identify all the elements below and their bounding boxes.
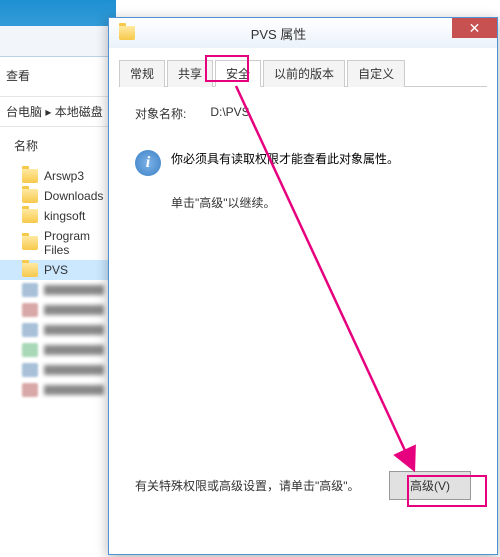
folder-icon (22, 263, 38, 277)
folder-label: Arswp3 (44, 169, 84, 183)
blurred-label (44, 345, 104, 355)
explorer-view-tab[interactable]: 查看 (0, 57, 116, 97)
tab-strip: 常规 共享 安全 以前的版本 自定义 (119, 60, 487, 87)
properties-dialog: PVS 属性 ✕ 常规 共享 安全 以前的版本 自定义 对象名称: D:\PVS… (108, 17, 498, 555)
dialog-titlebar[interactable]: PVS 属性 ✕ (109, 18, 497, 48)
list-item[interactable] (0, 340, 116, 360)
security-tab-content: 对象名称: D:\PVS i 你必须具有读取权限才能查看此对象属性。 单击"高级… (119, 87, 487, 241)
folder-label: kingsoft (44, 209, 85, 223)
list-item[interactable] (0, 300, 116, 320)
folder-label: Program Files (44, 229, 112, 257)
folder-item[interactable]: kingsoft (0, 206, 116, 226)
folder-item-selected[interactable]: PVS (0, 260, 116, 280)
object-name-value: D:\PVS (210, 105, 249, 119)
advanced-hint-text: 有关特殊权限或高级设置，请单击"高级"。 (135, 477, 381, 494)
dialog-title: PVS 属性 (105, 24, 452, 43)
folder-icon (119, 26, 135, 40)
advanced-button[interactable]: 高级(V) (389, 471, 471, 500)
blurred-label (44, 305, 104, 315)
file-icon (22, 323, 38, 337)
tab-previous-versions[interactable]: 以前的版本 (263, 60, 345, 87)
folder-icon (22, 189, 38, 203)
list-item[interactable] (0, 320, 116, 340)
folder-item[interactable]: Arswp3 (0, 166, 116, 186)
file-icon (22, 343, 38, 357)
file-icon (22, 303, 38, 317)
explorer-name-header[interactable]: 名称 (0, 127, 116, 160)
folder-item[interactable]: Downloads (0, 186, 116, 206)
folder-icon (22, 169, 38, 183)
list-item[interactable] (0, 280, 116, 300)
continue-message: 单击"高级"以继续。 (171, 194, 471, 211)
tab-customize[interactable]: 自定义 (347, 60, 405, 87)
folder-label: PVS (44, 263, 68, 277)
folder-icon (22, 236, 38, 250)
explorer-ribbon-strip (0, 0, 116, 56)
tab-security[interactable]: 安全 (215, 60, 261, 87)
file-icon (22, 363, 38, 377)
list-item[interactable] (0, 360, 116, 380)
close-button[interactable]: ✕ (452, 18, 497, 38)
permission-info-message: 你必须具有读取权限才能查看此对象属性。 (171, 150, 399, 167)
blurred-label (44, 385, 104, 395)
blurred-label (44, 325, 104, 335)
folder-label: Downloads (44, 189, 103, 203)
file-icon (22, 283, 38, 297)
blurred-label (44, 365, 104, 375)
close-icon: ✕ (469, 21, 481, 35)
folder-list: Arswp3 Downloads kingsoft Program Files … (0, 160, 116, 400)
tab-sharing[interactable]: 共享 (167, 60, 213, 87)
folder-item[interactable]: Program Files (0, 226, 116, 260)
explorer-breadcrumb[interactable]: 台电脑 ▸ 本地磁盘 (0, 97, 116, 127)
tab-general[interactable]: 常规 (119, 60, 165, 87)
list-item[interactable] (0, 380, 116, 400)
object-name-label: 对象名称: (135, 105, 186, 122)
blurred-label (44, 285, 104, 295)
file-icon (22, 383, 38, 397)
file-explorer-background: 查看 台电脑 ▸ 本地磁盘 名称 Arswp3 Downloads kingso… (0, 56, 116, 536)
folder-icon (22, 209, 38, 223)
info-icon: i (135, 150, 161, 176)
